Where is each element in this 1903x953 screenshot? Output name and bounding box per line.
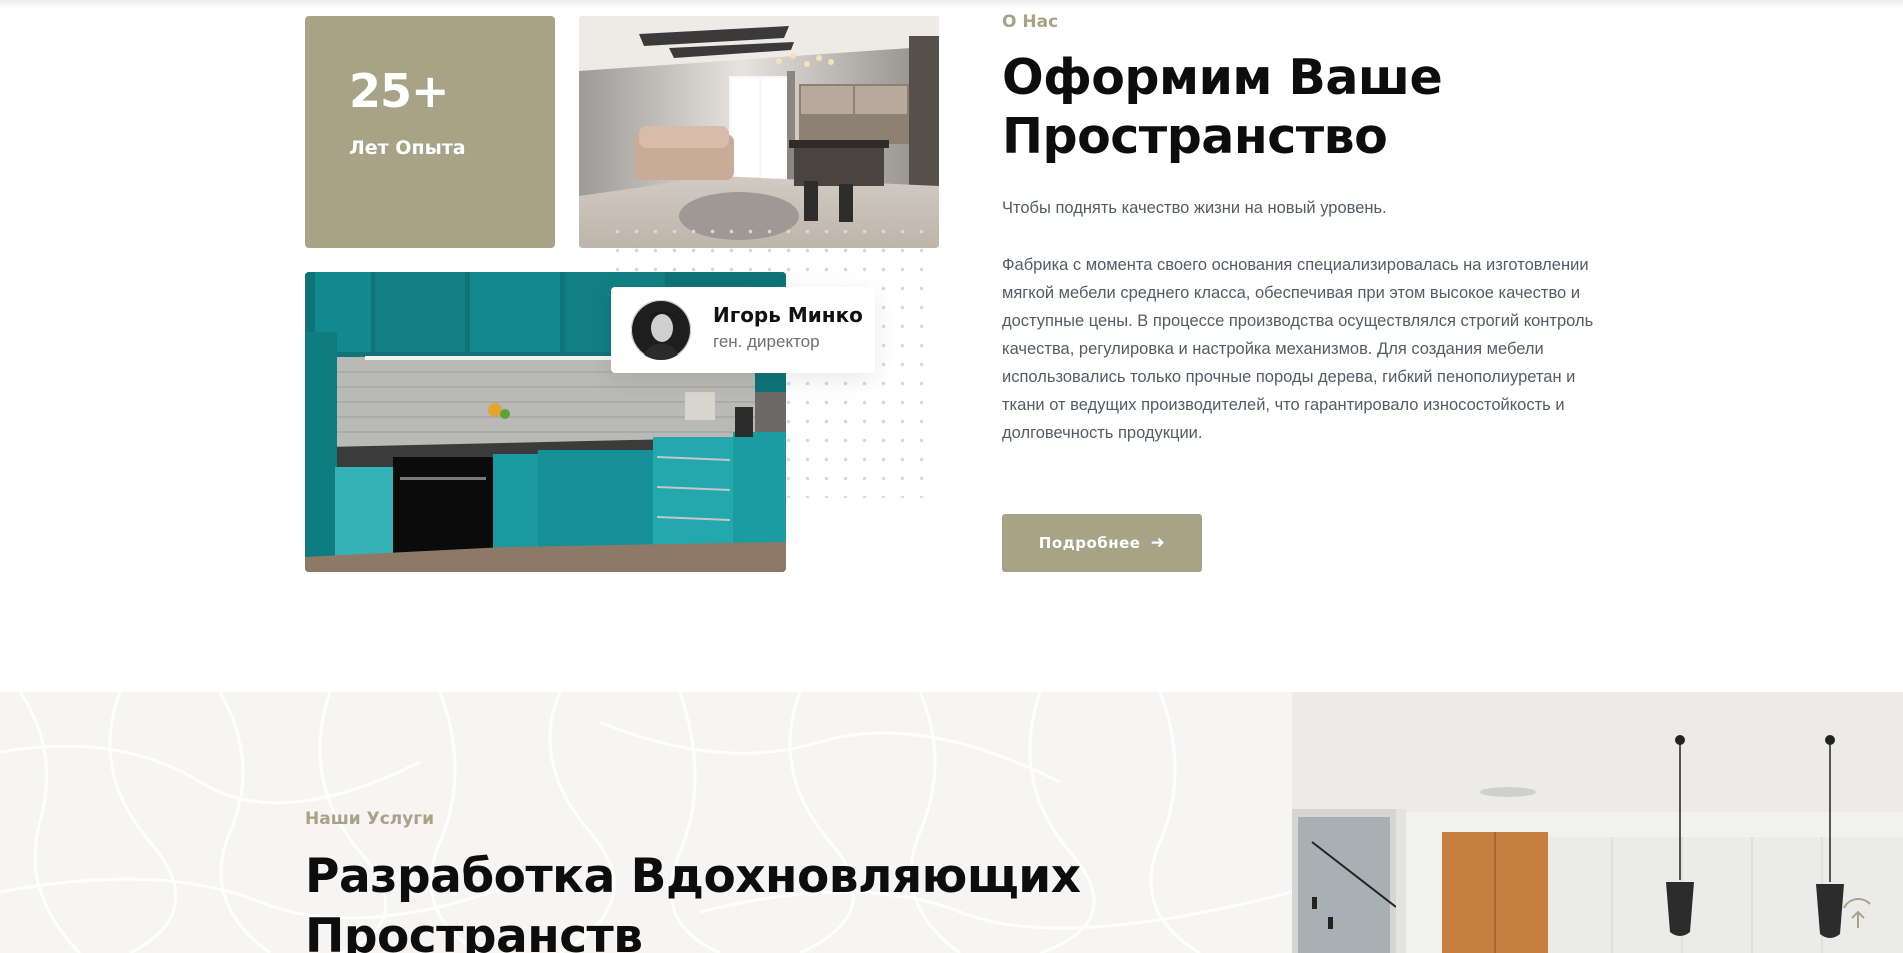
about-description: Фабрика с момента своего основания специ… [1002, 256, 1594, 442]
experience-number: 25+ [349, 64, 450, 118]
about-subtitle: О Нас [1002, 12, 1059, 32]
person-name: Игорь Минко [713, 303, 863, 327]
about-section: 25+ Лет Опыта Игорь Минко ген. директор … [0, 0, 1903, 692]
avatar [631, 300, 691, 360]
arrow-up-icon [1843, 898, 1871, 928]
about-lead: Чтобы поднять качество жизни на новый ур… [1002, 199, 1387, 217]
about-title: Оформим Ваше Пространство [1002, 49, 1443, 165]
scroll-to-top-button[interactable] [1838, 894, 1878, 934]
living-room-image [579, 16, 939, 248]
services-title: Разработка Вдохновляющих Пространств [305, 849, 1081, 953]
experience-label: Лет Опыта [349, 137, 466, 159]
arrow-right-icon: ➜ [1150, 533, 1166, 553]
person-card: Игорь Минко ген. директор [611, 287, 875, 373]
page: 25+ Лет Опыта Игорь Минко ген. директор … [0, 0, 1903, 953]
experience-card: 25+ Лет Опыта [305, 16, 555, 248]
more-button-label: Подробнее [1038, 534, 1141, 552]
services-subtitle: Наши Услуги [305, 809, 435, 829]
header-shadow [0, 0, 1903, 8]
person-role: ген. директор [713, 332, 820, 351]
services-section: Наши Услуги Разработка Вдохновляющих Про… [0, 692, 1903, 953]
interior-image [1292, 692, 1903, 953]
more-button[interactable]: Подробнее ➜ [1002, 514, 1202, 572]
